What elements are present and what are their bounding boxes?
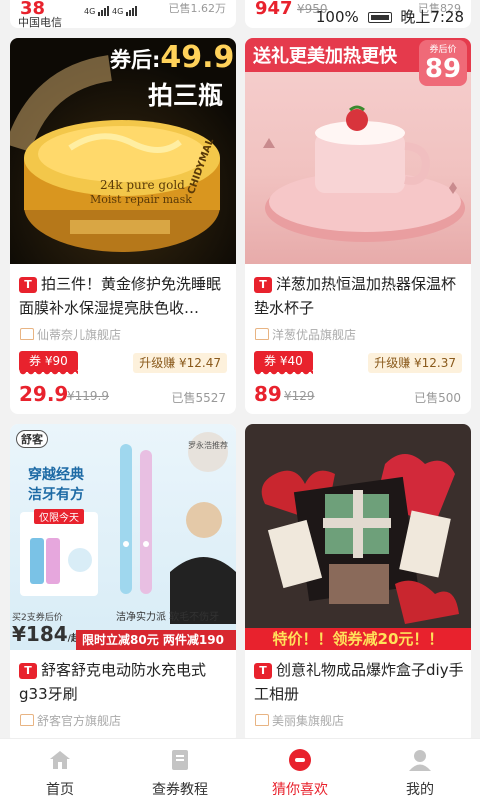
explosion-box-image — [261, 454, 459, 624]
user-icon — [409, 750, 431, 771]
earn-badge: 升级赚 ¥12.47 — [133, 353, 227, 373]
tab-coupon-tutorial[interactable]: 查券教程 — [120, 739, 240, 800]
banner-text: 穿越经典 — [28, 467, 84, 483]
banner-strip: 特价！！领券减20元！！ — [245, 628, 471, 650]
product-card[interactable]: 舒客 穿越经典 洁牙有方 仅限今天 罗永浩推荐 洁净实力派 软毛不伤牙 买2支券… — [10, 424, 236, 744]
price: 89 — [254, 382, 282, 406]
tmall-icon: T — [254, 277, 272, 293]
banner-tag: 仅限今天 — [34, 509, 84, 524]
tab-guess-you-like[interactable]: 猜你喜欢 — [240, 739, 360, 800]
bottom-tab-bar: 首页 查券教程 猜你喜欢 我的 — [0, 738, 480, 800]
banner-price: 49.9 — [160, 40, 235, 75]
clock: 晚上7:28 — [400, 8, 464, 26]
sold-count: 已售500 — [414, 391, 461, 405]
battery-percent: 100% — [315, 8, 359, 26]
price: 29.9 — [19, 382, 69, 406]
banner-strip: 限时立减80元 两件减190 — [76, 630, 236, 650]
banner-caption: 洁净实力派 软毛不伤牙 — [116, 612, 220, 623]
tab-label: 首页 — [46, 782, 74, 798]
product-image[interactable]: 送礼更美加热更快 券后价 89 — [245, 38, 471, 264]
status-bar: 中国电信 4G 4G 100% 晚上7:28 — [0, 0, 480, 32]
tab-home[interactable]: 首页 — [0, 739, 120, 800]
tmall-icon: T — [254, 663, 272, 679]
coupon-badge: 券 ¥40 — [254, 351, 313, 376]
product-title[interactable]: T 舒客舒克电动防水充电式g33牙刷 — [19, 658, 231, 706]
shop-icon — [20, 328, 34, 340]
product-title[interactable]: T 创意礼物成品爆炸盒子diy手工相册 — [254, 658, 466, 706]
battery-icon — [367, 12, 392, 23]
carrier-name: 中国电信 — [18, 16, 62, 29]
banner-text: 拍三瓶 — [148, 81, 224, 110]
old-price: ¥129 — [284, 389, 315, 403]
earn-badge: 升级赚 ¥12.37 — [368, 353, 462, 373]
shop-name[interactable]: 洋葱优品旗舰店 — [255, 326, 356, 343]
price-badge: 券后价 89 — [419, 40, 467, 86]
tab-label: 猜你喜欢 — [272, 782, 328, 798]
product-title[interactable]: T 拍三件！黄金修护免洗睡眠面膜补水保湿提亮肤色收… — [19, 272, 231, 320]
signal-icon: 4G — [84, 6, 110, 16]
sold-count: 已售5527 — [171, 391, 226, 405]
shop-icon — [255, 714, 269, 726]
tab-mine[interactable]: 我的 — [360, 739, 480, 800]
product-image[interactable]: 券后:49.9 拍三瓶 24k pure gold Moist repair m… — [10, 38, 236, 264]
endorsement-badge: 罗永浩推荐 — [188, 432, 228, 472]
home-icon — [50, 751, 70, 769]
product-title[interactable]: T 洋葱加热恒温加热器保温杯垫水杯子 — [254, 272, 466, 320]
shop-icon — [255, 328, 269, 340]
tmall-icon: T — [19, 277, 37, 293]
brand-logo: 舒客 — [16, 430, 48, 448]
old-price: ¥119.9 — [67, 389, 109, 403]
banner-price: ¥184/起 — [12, 622, 80, 646]
book-icon — [172, 750, 188, 770]
tab-label: 查券教程 — [152, 782, 208, 798]
shop-icon — [20, 714, 34, 726]
coupon-badge: 券 ¥90 — [19, 351, 78, 376]
product-image[interactable]: 舒客 穿越经典 洁牙有方 仅限今天 罗永浩推荐 洁净实力派 软毛不伤牙 买2支券… — [10, 424, 236, 650]
guess-icon — [289, 749, 311, 771]
shop-name[interactable]: 仙蒂奈儿旗舰店 — [20, 326, 121, 343]
tab-label: 我的 — [406, 782, 434, 798]
product-card[interactable]: 券后:49.9 拍三瓶 24k pure gold Moist repair m… — [10, 38, 236, 414]
jar-label: Moist repair mask — [90, 193, 192, 206]
banner-text: 送礼更美加热更快 — [253, 46, 397, 67]
banner-text: 券后: — [110, 48, 161, 72]
shop-name[interactable]: 美丽集旗舰店 — [255, 712, 344, 729]
shop-name[interactable]: 舒客官方旗舰店 — [20, 712, 121, 729]
jar-label: 24k pure gold — [100, 178, 185, 192]
product-card[interactable]: 送礼更美加热更快 券后价 89 T 洋葱加热恒温加热器保温杯垫水杯子 洋葱优品旗舰… — [245, 38, 471, 414]
signal-icon-2: 4G — [112, 6, 138, 16]
banner-text: 洁牙有方 — [28, 487, 84, 503]
tmall-icon: T — [19, 663, 37, 679]
product-card[interactable]: 特价！！领券减20元！！ T 创意礼物成品爆炸盒子diy手工相册 美丽集旗舰店 — [245, 424, 471, 744]
product-image[interactable]: 特价！！领券减20元！！ — [245, 424, 471, 650]
